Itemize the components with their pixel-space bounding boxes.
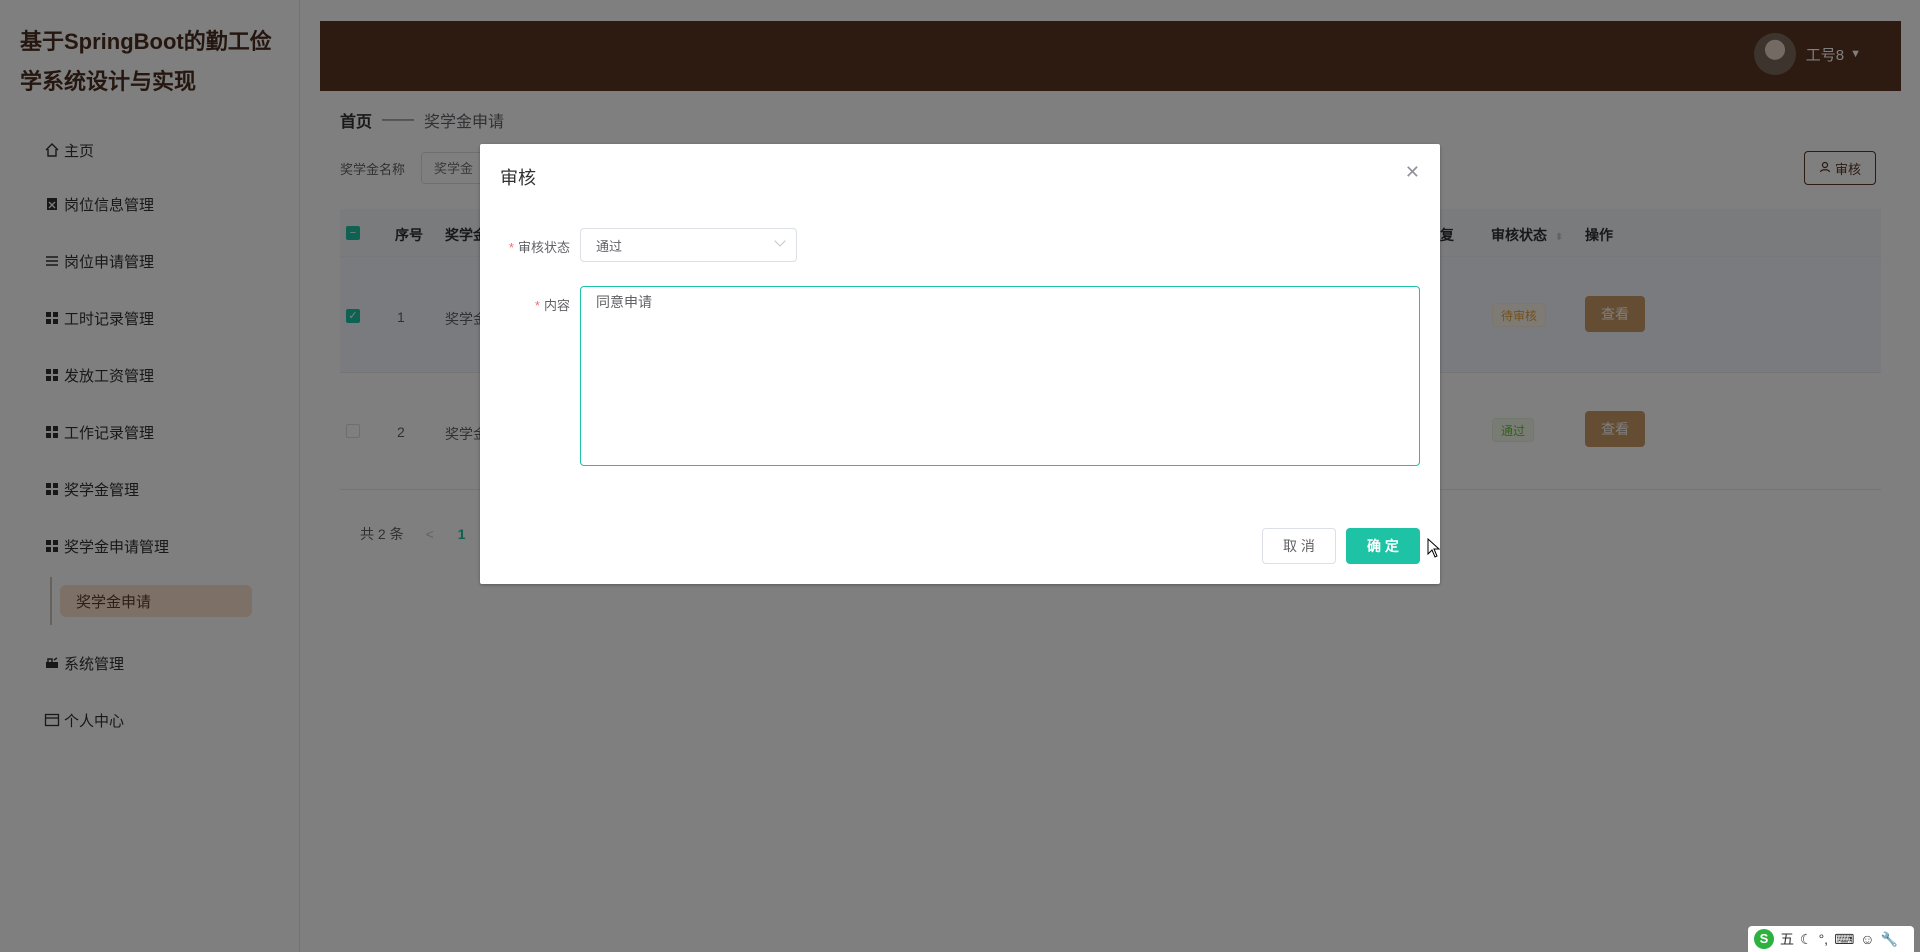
required-mark: * [534, 298, 540, 313]
ime-toolbar[interactable]: S 五 ☾ °, ⌨ ☺ 🔧 [1748, 926, 1914, 952]
audit-dialog: 审核 ✕ * 审核状态 通过 * 内容 同意申请 取 消 确 定 [480, 144, 1440, 584]
content-label: * 内容 [490, 295, 570, 314]
chevron-down-icon [774, 235, 786, 247]
content-textarea[interactable]: 同意申请 [580, 286, 1420, 466]
close-icon[interactable]: ✕ [1405, 162, 1420, 183]
confirm-button[interactable]: 确 定 [1346, 528, 1420, 564]
ime-mode[interactable]: 五 [1780, 929, 1794, 949]
keyboard-icon[interactable]: ⌨ [1834, 931, 1854, 948]
mouse-cursor-icon [1427, 537, 1441, 558]
status-label: * 审核状态 [490, 237, 570, 256]
status-label-text: 审核状态 [517, 240, 570, 255]
wrench-icon[interactable]: 🔧 [1881, 931, 1898, 948]
ime-logo-icon: S [1754, 929, 1774, 949]
dialog-title: 审核 [500, 168, 536, 188]
moon-icon[interactable]: ☾ [1800, 931, 1813, 948]
status-select[interactable]: 通过 [580, 228, 797, 262]
punctuation-icon[interactable]: °, [1819, 931, 1829, 947]
person-icon[interactable]: ☺ [1860, 931, 1874, 947]
cancel-button[interactable]: 取 消 [1262, 528, 1336, 564]
content-label-text: 内容 [543, 298, 570, 313]
required-mark: * [508, 240, 514, 255]
status-select-value: 通过 [596, 238, 623, 254]
